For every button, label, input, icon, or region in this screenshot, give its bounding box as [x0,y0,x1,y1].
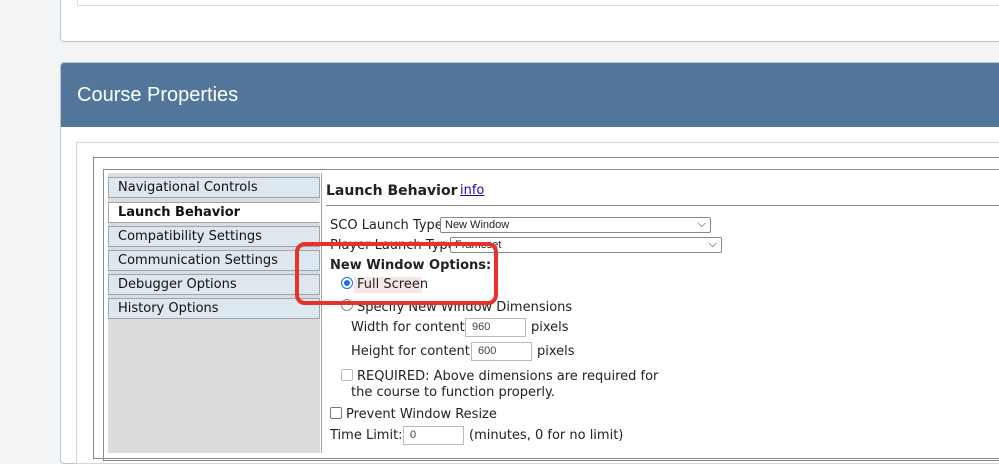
section-title: Launch Behavior [326,183,458,199]
panel-title: Course Properties [77,84,239,106]
panel-header: Course Properties [61,63,999,127]
prevent-resize-label: Prevent Window Resize [346,407,497,422]
width-input[interactable]: 960 [465,318,526,337]
height-input[interactable]: 600 [471,342,532,361]
sco-launch-type-value: New Window [445,219,510,231]
top-card [60,0,999,42]
tab-compatibility-settings[interactable]: Compatibility Settings [108,226,320,247]
time-limit-input[interactable]: 0 [403,426,464,445]
title-rule [326,205,999,206]
top-card-inner [77,0,999,6]
height-label: Height for content: [351,344,475,359]
height-pixels-label: pixels [537,344,575,359]
sidebar: Navigational Controls Launch Behavior Co… [108,173,320,453]
tab-history-options[interactable]: History Options [108,298,320,319]
tab-launch-behavior[interactable]: Launch Behavior [108,202,320,223]
chevron-down-icon: ⌵ [708,238,717,250]
sco-launch-type-label: SCO Launch Type [330,218,443,233]
width-pixels-label: pixels [531,320,569,335]
highlight-annotation [295,242,498,305]
required-label-line2: the course to function properly. [351,385,555,400]
chevron-down-icon: ⌵ [697,218,706,230]
tab-communication-settings[interactable]: Communication Settings [108,250,320,271]
required-label-line1: REQUIRED: Above dimensions are required … [357,369,659,384]
tab-navigational-controls[interactable]: Navigational Controls [108,177,320,198]
required-checkbox[interactable] [341,369,353,381]
sco-launch-type-select[interactable]: New Window ⌵ [440,217,711,233]
tab-debugger-options[interactable]: Debugger Options [108,274,320,295]
width-label: Width for content: [351,320,470,335]
prevent-resize-checkbox[interactable] [330,407,342,419]
info-link[interactable]: info [460,183,484,198]
